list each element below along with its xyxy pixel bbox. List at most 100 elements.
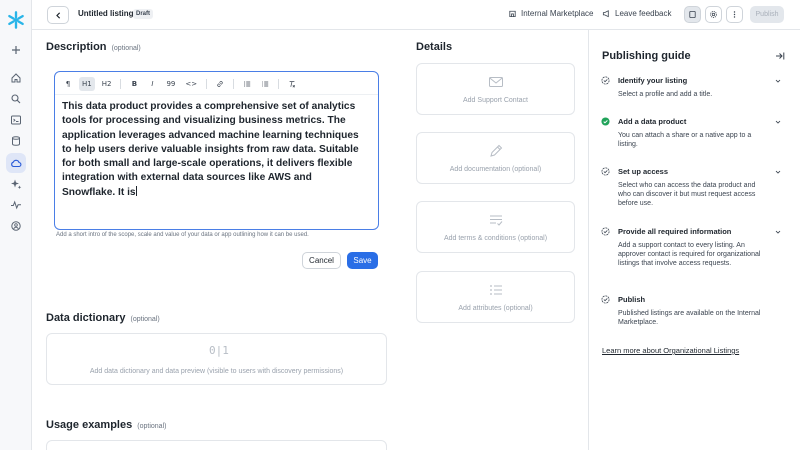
step-title: Publish (618, 295, 646, 304)
list-icon (490, 285, 502, 295)
add-support-contact-card[interactable]: Add Support Contact (416, 63, 575, 115)
gear-icon (710, 11, 717, 18)
terms-icon (490, 215, 503, 226)
add-terms-card[interactable]: Add terms & conditions (optional) (416, 201, 575, 253)
toolbar-divider-line (55, 94, 378, 95)
link-icon (217, 81, 223, 87)
status-badge: Draft (133, 9, 154, 19)
bullet-list-icon (244, 81, 251, 87)
chevron-down-icon (775, 230, 781, 234)
pending-check-icon (601, 227, 610, 236)
data-dictionary-placeholder-text: Add data dictionary and data preview (vi… (89, 368, 344, 375)
editor-toolbar: ¶ H1 H2 B I 99 <> (61, 76, 303, 92)
chevron-down-icon (775, 79, 781, 83)
toolbar-divider (120, 79, 122, 89)
back-button[interactable] (47, 6, 69, 24)
data-dictionary-title: Data dictionary (46, 312, 126, 324)
usage-examples-optional: (optional) (137, 423, 167, 430)
toolbar-divider (233, 79, 235, 89)
quote-button[interactable]: 99 (163, 77, 178, 91)
link-button[interactable] (213, 77, 227, 91)
paragraph-button[interactable]: ¶ (61, 77, 75, 91)
pending-check-icon (601, 167, 610, 176)
panel-toggle-button[interactable] (684, 6, 701, 23)
toolbar-divider (278, 79, 280, 89)
italic-button[interactable]: I (145, 77, 159, 91)
activity-icon[interactable] (6, 195, 26, 215)
step-description: Select who can access the data product a… (618, 182, 756, 207)
step-description: Select a profile and add a title. (618, 91, 713, 98)
internal-marketplace-link[interactable]: Internal Marketplace (508, 9, 593, 18)
pending-check-icon (601, 76, 610, 85)
add-attributes-label: Add attributes (optional) (458, 305, 533, 312)
chevron-down-icon (775, 170, 781, 174)
add-support-contact-label: Add Support Contact (463, 97, 528, 104)
binary-data-icon: 0|1 (209, 344, 229, 357)
heading1-button[interactable]: H1 (79, 77, 95, 91)
completed-check-icon (601, 117, 610, 126)
bold-button[interactable]: B (127, 77, 141, 91)
data-dictionary-heading: Data dictionary (optional) (46, 312, 160, 324)
clear-format-button[interactable] (285, 77, 299, 91)
pending-check-icon (601, 295, 610, 304)
description-heading: Description (optional) (46, 41, 141, 53)
clear-format-icon (289, 81, 296, 88)
mail-icon (489, 77, 503, 87)
heading2-button[interactable]: H2 (99, 77, 115, 91)
step-description: Published listings are available on the … (618, 310, 761, 326)
step-title: Provide all required information (618, 227, 732, 236)
details-heading: Details (416, 41, 453, 53)
add-icon[interactable] (6, 40, 26, 60)
leave-feedback-link[interactable]: Leave feedback (602, 9, 672, 18)
text-cursor (135, 185, 137, 196)
add-documentation-card[interactable]: Add documentation (optional) (416, 132, 575, 184)
listing-title: Untitled listing (78, 9, 134, 18)
description-content[interactable]: This data product provides a comprehensi… (62, 100, 367, 200)
database-icon[interactable] (6, 131, 26, 151)
more-options-button[interactable] (726, 6, 743, 23)
pencil-icon (490, 144, 503, 157)
worksheets-icon[interactable] (6, 110, 26, 130)
bullet-list-button[interactable] (240, 77, 254, 91)
numbered-list-icon (262, 81, 269, 87)
admin-shield-icon[interactable] (6, 216, 26, 236)
publishing-guide-panel: Publishing guide Identify your listing S… (588, 30, 800, 450)
save-button[interactable]: Save (347, 252, 378, 269)
add-attributes-card[interactable]: Add attributes (optional) (416, 271, 575, 323)
toolbar-divider (206, 79, 208, 89)
step-description: You can attach a share or a native app t… (618, 132, 752, 148)
code-button[interactable]: <> (182, 77, 200, 91)
step-title: Set up access (618, 167, 669, 176)
add-documentation-label: Add documentation (optional) (449, 166, 542, 173)
more-vertical-icon (733, 11, 736, 18)
cancel-button[interactable]: Cancel (302, 252, 341, 269)
step-title: Identify your listing (618, 76, 688, 85)
left-rail (0, 0, 32, 450)
ai-sparkle-icon[interactable] (6, 174, 26, 194)
data-dictionary-optional: (optional) (130, 316, 160, 323)
description-title: Description (46, 41, 107, 53)
cloud-icon[interactable] (6, 153, 26, 173)
home-icon[interactable] (6, 68, 26, 88)
usage-examples-heading: Usage examples (optional) (46, 419, 166, 431)
snowflake-logo-icon[interactable] (7, 11, 25, 29)
search-icon[interactable] (6, 89, 26, 109)
marketplace-icon (509, 10, 516, 18)
collapse-panel-icon[interactable] (775, 51, 785, 61)
step-description: Add a support contact to every listing. … (618, 242, 761, 267)
data-dictionary-placeholder[interactable]: 0|1 Add data dictionary and data preview… (46, 333, 387, 385)
description-editor[interactable]: ¶ H1 H2 B I 99 <> This data product prov… (54, 71, 379, 230)
publish-button[interactable]: Publish (750, 6, 784, 23)
add-terms-label: Add terms & conditions (optional) (443, 235, 548, 242)
usage-examples-title: Usage examples (46, 419, 133, 431)
learn-more-link[interactable]: Learn more about Organizational Listings (602, 346, 739, 355)
usage-examples-placeholder[interactable] (46, 440, 387, 450)
description-helper-text: Add a short intro of the scope, scale an… (56, 232, 309, 238)
megaphone-icon (602, 10, 609, 18)
panel-icon (689, 10, 696, 19)
numbered-list-button[interactable] (258, 77, 272, 91)
publishing-guide-title: Publishing guide (602, 50, 691, 62)
settings-button[interactable] (705, 6, 722, 23)
top-bar: Untitled listing Draft Internal Marketpl… (32, 0, 800, 30)
internal-marketplace-label: Internal Marketplace (521, 9, 594, 18)
